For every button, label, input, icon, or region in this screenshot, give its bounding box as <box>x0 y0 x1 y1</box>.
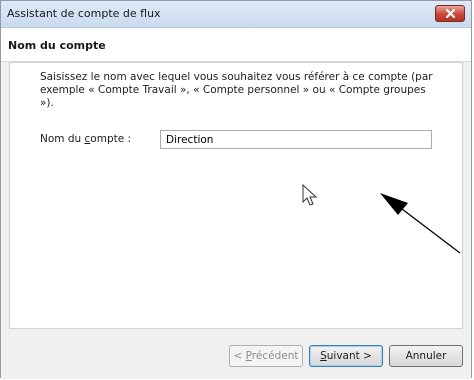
window-title: Assistant de compte de flux <box>7 7 161 20</box>
instructions-text: Saisissez le nom avec lequel vous souhai… <box>40 71 433 109</box>
close-icon <box>446 9 455 18</box>
next-button-accelerator: S <box>320 350 327 362</box>
account-name-label-rest: ompte : <box>90 133 132 145</box>
account-name-label-part: Nom du <box>40 133 85 145</box>
wizard-content: Saisissez le nom avec lequel vous souhai… <box>9 62 463 329</box>
account-name-label: Nom du compte : <box>40 133 131 145</box>
page-title: Nom du compte <box>8 39 106 52</box>
next-button[interactable]: Suivant > <box>309 345 383 367</box>
title-bar: Assistant de compte de flux <box>1 1 471 28</box>
mouse-cursor-icon <box>302 184 318 206</box>
previous-button-label: récédent <box>251 350 299 362</box>
annotation-arrow-icon <box>380 193 461 254</box>
button-bar: < Précédent Suivant > Annuler <box>1 331 471 379</box>
account-name-input[interactable] <box>160 130 432 149</box>
wizard-window: Assistant de compte de flux Nom du compt… <box>0 0 472 379</box>
previous-button-prefix: < <box>233 350 246 362</box>
cancel-button[interactable]: Annuler <box>389 345 463 367</box>
next-button-label: uivant > <box>326 350 372 362</box>
previous-button[interactable]: < Précédent <box>229 345 303 367</box>
wizard-header: Nom du compte <box>1 28 471 62</box>
close-button[interactable] <box>435 5 465 22</box>
